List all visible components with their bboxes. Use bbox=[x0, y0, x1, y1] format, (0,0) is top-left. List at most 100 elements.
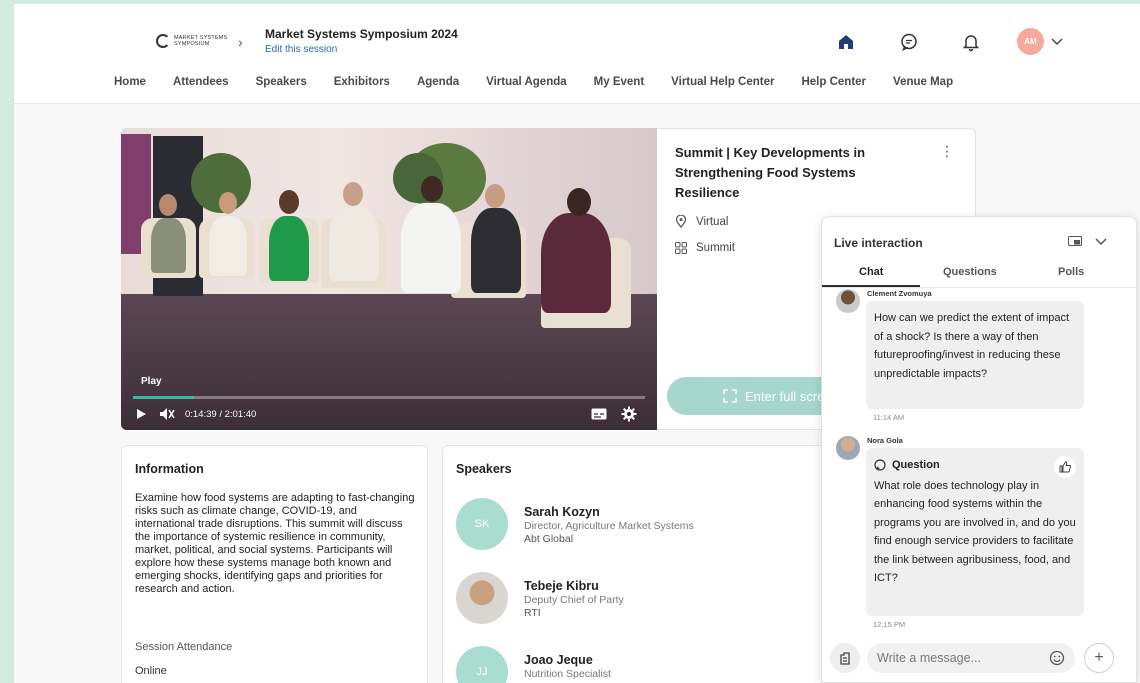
speaker-role: Deputy Chief of Party bbox=[524, 594, 624, 606]
speaker-role: Nutrition Specialist bbox=[524, 668, 611, 680]
session-attendance-label: Session Attendance bbox=[135, 641, 233, 653]
collapse-chevron-icon[interactable] bbox=[1094, 236, 1108, 248]
symposium-logo[interactable]: MARKET SYSTEMS SYMPOSIUM bbox=[156, 34, 230, 48]
emoji-icon[interactable] bbox=[1049, 650, 1065, 666]
video-panelist bbox=[329, 206, 379, 281]
video-panelist-head bbox=[219, 192, 237, 214]
nav-item-attendees[interactable]: Attendees bbox=[173, 76, 229, 88]
current-time: 0:14:39 bbox=[185, 408, 217, 420]
nav-item-my-event[interactable]: My Event bbox=[594, 76, 645, 88]
captions-icon[interactable] bbox=[591, 408, 607, 420]
logo-mark-icon bbox=[156, 34, 170, 48]
play-icon[interactable] bbox=[135, 408, 147, 420]
popout-icon[interactable] bbox=[1068, 236, 1082, 248]
video-panelist-head bbox=[567, 188, 591, 216]
session-title: Summit | Key Developments in Strengtheni… bbox=[675, 145, 866, 200]
information-card: Information Examine how food systems are… bbox=[121, 445, 428, 683]
information-heading: Information bbox=[135, 462, 204, 476]
settings-gear-icon[interactable] bbox=[621, 406, 637, 422]
session-type-label: Summit bbox=[696, 242, 735, 254]
video-panelist-head bbox=[485, 184, 505, 208]
speaker-role: Director, Agriculture Market Systems bbox=[524, 520, 694, 532]
video-panelist bbox=[209, 216, 247, 276]
video-time: 0:14:39 / 2:01:40 bbox=[185, 409, 256, 420]
live-interaction-panel: Live interaction Chat Questions Polls Cl… bbox=[821, 216, 1137, 683]
speaker-org: RTI bbox=[524, 607, 541, 619]
session-attendance-value: Online bbox=[135, 665, 167, 677]
nav-item-venue-map[interactable]: Venue Map bbox=[893, 76, 953, 88]
nav-item-agenda[interactable]: Agenda bbox=[417, 76, 459, 88]
add-content-button[interactable]: + bbox=[1084, 643, 1114, 673]
logo-text: MARKET SYSTEMS SYMPOSIUM bbox=[174, 35, 228, 47]
question-tag: Question bbox=[874, 456, 1076, 475]
nav-item-help-center[interactable]: Help Center bbox=[801, 76, 866, 88]
mute-icon[interactable] bbox=[159, 407, 175, 421]
session-location-label: Virtual bbox=[696, 215, 729, 228]
speaker-name: Joao Jeque bbox=[524, 653, 593, 667]
breadcrumb-chevron-icon: › bbox=[238, 34, 243, 50]
tab-questions[interactable]: Questions bbox=[943, 266, 997, 278]
bell-icon[interactable] bbox=[961, 32, 981, 52]
fullscreen-icon bbox=[723, 389, 737, 403]
nav-item-speakers[interactable]: Speakers bbox=[256, 76, 307, 88]
question-tag-label: Question bbox=[892, 459, 940, 471]
top-bar: MARKET SYSTEMS SYMPOSIUM › Market System… bbox=[14, 4, 1140, 104]
home-icon[interactable] bbox=[836, 32, 856, 52]
chat-message-time: 12:15 PM bbox=[873, 620, 906, 629]
main-nav: Home Attendees Speakers Exhibitors Agend… bbox=[114, 76, 980, 88]
attachment-icon bbox=[840, 652, 850, 665]
speaker-avatar: SK bbox=[456, 498, 508, 550]
tab-chat[interactable]: Chat bbox=[859, 266, 883, 278]
chevron-down-icon[interactable] bbox=[1050, 34, 1064, 48]
enter-fullscreen-label: Enter full scre bbox=[745, 388, 825, 404]
user-avatar[interactable]: AM bbox=[1017, 28, 1044, 55]
speakers-card: Speakers SK Sarah Kozyn Director, Agricu… bbox=[442, 445, 842, 683]
session-location: Virtual bbox=[675, 215, 728, 228]
category-grid-icon bbox=[675, 242, 687, 254]
chat-author-avatar bbox=[836, 436, 860, 460]
speaker-item[interactable]: Tebeje Kibru Deputy Chief of Party RTI bbox=[456, 572, 836, 628]
speaker-item[interactable]: SK Sarah Kozyn Director, Agriculture Mar… bbox=[456, 498, 836, 554]
nav-item-exhibitors[interactable]: Exhibitors bbox=[334, 76, 390, 88]
session-type: Summit bbox=[675, 242, 735, 254]
chat-message-bubble: How can we predict the extent of impact … bbox=[866, 301, 1084, 409]
video-panelist bbox=[401, 203, 461, 293]
video-panelist bbox=[151, 218, 186, 273]
question-message-bubble: Question What role does technology play … bbox=[866, 448, 1084, 616]
video-controls: 0:14:39 / 2:01:40 bbox=[135, 404, 647, 424]
attachment-button[interactable] bbox=[830, 643, 860, 673]
edit-session-link[interactable]: Edit this session bbox=[265, 44, 337, 55]
video-panelist-head bbox=[343, 182, 363, 206]
video-progress-bar[interactable] bbox=[133, 396, 645, 399]
video-panelist-head bbox=[279, 190, 299, 214]
more-options-icon[interactable]: ⋮ bbox=[940, 143, 954, 160]
tab-polls[interactable]: Polls bbox=[1058, 266, 1084, 278]
chat-bubble-icon[interactable] bbox=[899, 32, 919, 52]
chat-author-name: Clement Zvomuya bbox=[867, 289, 932, 298]
chat-message-input[interactable] bbox=[867, 643, 1075, 673]
time-separator: / bbox=[219, 408, 222, 420]
nav-item-home[interactable]: Home bbox=[114, 76, 146, 88]
speaker-item[interactable]: JJ Joao Jeque Nutrition Specialist bbox=[456, 646, 836, 683]
thumbs-up-icon bbox=[1059, 461, 1071, 473]
video-panelist-head bbox=[159, 194, 177, 216]
chat-author-avatar bbox=[836, 289, 860, 313]
speaker-avatar: JJ bbox=[456, 646, 508, 683]
chat-composer: + bbox=[822, 635, 1136, 683]
speakers-heading: Speakers bbox=[456, 462, 512, 476]
information-description: Examine how food systems are adapting to… bbox=[135, 492, 415, 595]
video-player[interactable]: Play 0:14:39 / 2:01:40 bbox=[121, 128, 657, 430]
video-panelist bbox=[541, 213, 611, 313]
nav-item-virtual-agenda[interactable]: Virtual Agenda bbox=[486, 76, 567, 88]
speaker-name: Tebeje Kibru bbox=[524, 579, 599, 593]
location-pin-icon bbox=[675, 215, 687, 228]
live-interaction-title: Live interaction bbox=[834, 236, 923, 250]
video-panelist-head bbox=[421, 176, 443, 202]
chat-message-text: How can we predict the extent of impact … bbox=[874, 312, 1070, 380]
upvote-button[interactable] bbox=[1054, 456, 1076, 478]
nav-item-virtual-help-center[interactable]: Virtual Help Center bbox=[671, 76, 774, 88]
video-panelist bbox=[269, 216, 309, 281]
duration: 2:01:40 bbox=[224, 408, 257, 420]
play-label: Play bbox=[141, 376, 162, 387]
question-bubble-icon bbox=[874, 459, 886, 471]
